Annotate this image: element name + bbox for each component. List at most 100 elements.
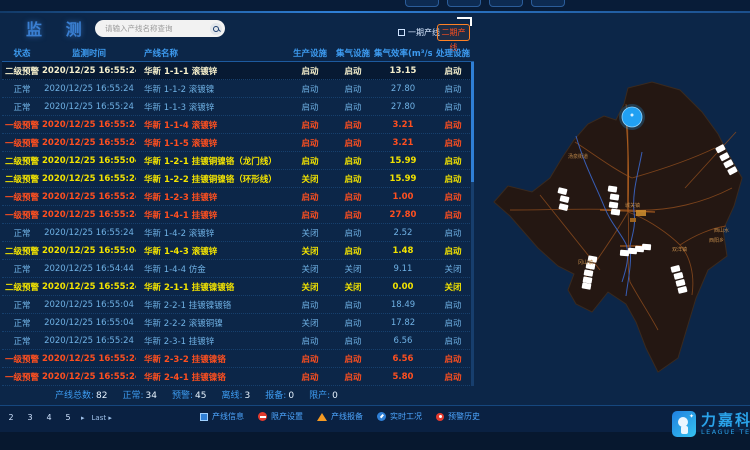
cell-name: 华新 1-4-1 挂镀锌 [136,209,288,221]
cell-gas: 启动 [332,191,374,203]
cell-name: 华新 1-1-3 滚镀锌 [136,101,288,113]
cell-status: 二级预警 [2,155,42,167]
summary-item: 正常:34 [123,388,158,401]
search-input[interactable] [103,23,210,34]
table-scrollbar[interactable] [471,62,474,386]
table-row[interactable]: 二级预警2020/12/25 16:55:04华新 1-2-1 挂镀铜镍铬（龙门… [2,152,474,170]
cell-prod: 关闭 [288,245,332,257]
summary-value: 82 [96,391,107,401]
checkbox-icon[interactable] [398,29,405,36]
cell-gas: 启动 [332,299,374,311]
cell-time: 2020/12/25 16:55:24 [42,336,136,346]
map-place-label: 汤泉街道 [568,153,588,160]
table-row[interactable]: 正常2020/12/25 16:55:24华新 1-1-3 滚镀锌启动启动27.… [2,98,474,116]
legend-item[interactable]: 产线信息 [200,411,244,422]
map-town-block [636,210,646,216]
table-row[interactable]: 二级预警2020/12/25 16:55:24华新 2-1-1 挂镀镍镀铬关闭关… [2,278,474,296]
factory-marker[interactable] [611,208,621,215]
summary-item: 限产:0 [309,388,338,401]
table-row[interactable]: 二级预警2020/12/25 16:55:04华新 1-4-3 滚镀锌关闭启动1… [2,242,474,260]
table-row[interactable]: 正常2020/12/25 16:55:24华新 1-1-2 滚镀镍启动启动27.… [2,80,474,98]
cell-treat: 启动 [432,65,474,77]
district-map[interactable]: 汤泉街道城关镇西山水西阳乡双洋镇冈山镇 [480,60,750,400]
summary-label: 预警: [172,391,193,401]
cell-treat: 启动 [432,137,474,149]
cell-eff: 17.82 [374,318,432,328]
cell-eff: 18.49 [374,300,432,310]
table-row[interactable]: 二级预警2020/12/25 16:55:24华新 1-2-2 挂镀铜镍铬（环形… [2,170,474,188]
phase2-button[interactable]: 二期产线 [437,24,470,41]
table-row[interactable]: 正常2020/12/25 16:55:04华新 2-2-1 挂镀镍镀铬启动启动1… [2,296,474,314]
table-row[interactable]: 一级预警2020/12/25 16:55:24华新 2-4-1 挂镀镍铬启动启动… [2,368,474,386]
summary-label: 报备: [265,391,286,401]
cell-treat: 启动 [432,335,474,347]
factory-marker[interactable] [610,193,620,200]
table-row[interactable]: 一级预警2020/12/25 16:55:24华新 2-3-2 挂镀镍铬启动启动… [2,350,474,368]
cell-time: 2020/12/25 16:55:24 [42,174,136,184]
search-icon[interactable] [210,23,222,35]
page-button[interactable]: 5 [62,411,74,424]
top-deco-tab [531,0,565,7]
column-header: 集气效率(m³/s) [374,47,432,59]
table-row[interactable]: 正常2020/12/25 16:55:24华新 1-4-2 滚镀锌关闭启动2.5… [2,224,474,242]
table-row[interactable]: 一级预警2020/12/25 16:55:24华新 1-1-5 滚镀锌启动启动3… [2,134,474,152]
cell-gas: 启动 [332,173,374,185]
cell-prod: 关闭 [288,227,332,239]
selected-line-marker[interactable] [622,107,642,127]
cell-gas: 关闭 [332,281,374,293]
scrollbar-thumb[interactable] [471,62,474,182]
cell-time: 2020/12/25 16:55:24 [42,228,136,238]
selected-marker-dot [631,114,634,117]
table-row[interactable]: 二级预警2020/12/25 16:55:24华新 1-1-1 滚镀锌启动启动1… [2,62,474,80]
cell-status: 一级预警 [2,371,42,383]
summary-label: 限产: [309,391,330,401]
cell-name: 华新 1-1-1 滚镀锌 [136,65,288,77]
legend-item[interactable]: 限产设置 [258,411,303,422]
factory-marker[interactable] [609,201,619,208]
cell-gas: 启动 [332,227,374,239]
factory-marker[interactable] [642,244,651,251]
cell-status: 正常 [2,299,42,311]
cell-status: 一级预警 [2,353,42,365]
map-place-label: 西阳乡 [709,237,724,244]
realtime-icon [377,412,386,421]
summary-value: 34 [146,391,157,401]
table-row[interactable]: 正常2020/12/25 16:54:44华新 1-4-4 仿金关闭关闭9.11… [2,260,474,278]
cell-time: 2020/12/25 16:55:24 [42,138,136,148]
header-divider [0,11,750,13]
cell-eff: 6.56 [374,354,432,364]
cell-time: 2020/12/25 16:54:44 [42,264,136,274]
next-page-icon[interactable]: ▸ [81,414,85,422]
table-row[interactable]: 一级预警2020/12/25 16:55:24华新 1-1-4 滚镀锌启动启动3… [2,116,474,134]
column-header: 集气设施 [332,47,374,59]
logo-icon: ✦ [672,411,696,437]
cell-treat: 启动 [432,83,474,95]
page-button[interactable]: 3 [24,411,36,424]
factory-marker[interactable] [608,185,618,192]
map-landmass [494,82,742,372]
cell-prod: 启动 [288,335,332,347]
factory-marker[interactable] [620,250,629,257]
legend-item[interactable]: 产线报备 [317,411,363,422]
cell-treat: 启动 [432,245,474,257]
corner-bracket-decoration [457,17,472,26]
cell-time: 2020/12/25 16:55:04 [42,300,136,310]
phase1-checkbox[interactable]: 一期产线 [398,27,440,38]
table-row[interactable]: 正常2020/12/25 16:55:04华新 2-2-2 滚镀铜镍关闭启动17… [2,314,474,332]
cell-eff: 6.56 [374,336,432,346]
search-box [95,20,225,37]
table-row[interactable]: 一级预警2020/12/25 16:55:24华新 1-2-3 挂镀锌启动启动1… [2,188,474,206]
cell-status: 二级预警 [2,173,42,185]
cell-eff: 5.80 [374,372,432,382]
page-button[interactable]: 2 [5,411,17,424]
cell-eff: 3.21 [374,120,432,130]
last-page-button[interactable]: Last ▸ [92,414,112,422]
cell-treat: 关闭 [432,263,474,275]
cell-name: 华新 1-4-2 滚镀锌 [136,227,288,239]
table-row[interactable]: 正常2020/12/25 16:55:24华新 2-3-1 挂镀锌启动启动6.5… [2,332,474,350]
page-button[interactable]: 4 [43,411,55,424]
legend-item[interactable]: 预警历史 [436,411,480,422]
table-row[interactable]: 一级预警2020/12/25 16:55:24华新 1-4-1 挂镀锌启动启动2… [2,206,474,224]
cell-prod: 启动 [288,155,332,167]
legend-item[interactable]: 实时工况 [377,411,422,422]
